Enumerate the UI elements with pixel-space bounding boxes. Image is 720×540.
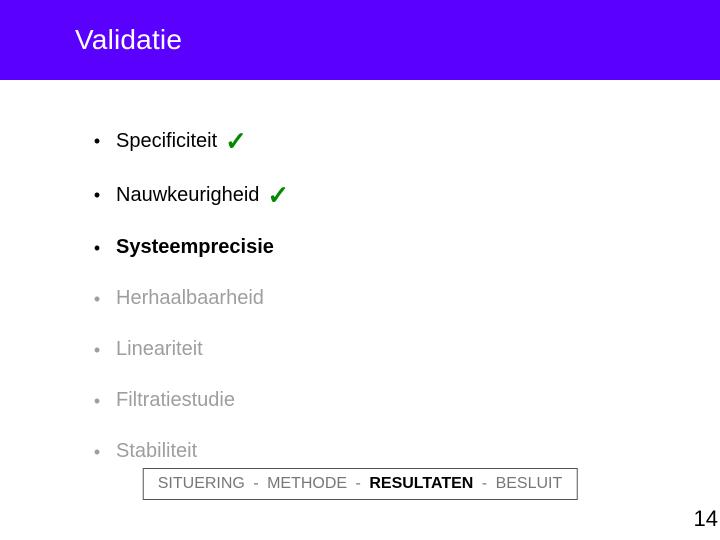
breadcrumb-separator: - — [356, 475, 366, 492]
list-item: • Nauwkeurigheid ✓ — [90, 182, 720, 208]
list-item: • Filtratiestudie — [90, 389, 720, 412]
slide-title: Validatie — [0, 24, 182, 56]
check-icon: ✓ — [267, 182, 289, 208]
bullet-icon: • — [90, 132, 104, 150]
bullet-list: • Specificiteit ✓ • Nauwkeurigheid ✓ • S… — [0, 80, 720, 463]
item-label: Filtratiestudie — [116, 389, 235, 412]
check-icon: ✓ — [225, 128, 247, 154]
list-item: • Stabiliteit — [90, 440, 720, 463]
page-number: 14 — [694, 506, 718, 532]
breadcrumb-separator: - — [253, 475, 263, 492]
item-label: Lineariteit — [116, 338, 203, 361]
item-label: Specificiteit — [116, 130, 217, 153]
item-label: Nauwkeurigheid — [116, 184, 259, 207]
item-label: Herhaalbaarheid — [116, 287, 264, 310]
item-label: Stabiliteit — [116, 440, 197, 463]
breadcrumb-segment: BESLUIT — [496, 475, 563, 492]
breadcrumb-segment-active: RESULTATEN — [369, 475, 473, 492]
breadcrumb-segment: SITUERING — [158, 475, 245, 492]
list-item: • Lineariteit — [90, 338, 720, 361]
bullet-icon: • — [90, 186, 104, 204]
title-bar: Validatie — [0, 0, 720, 80]
item-label: Systeemprecisie — [116, 236, 274, 259]
bullet-icon: • — [90, 341, 104, 359]
breadcrumb-segment: METHODE — [267, 475, 347, 492]
list-item: • Specificiteit ✓ — [90, 128, 720, 154]
breadcrumb: SITUERING - METHODE - RESULTATEN - BESLU… — [143, 468, 578, 500]
slide: Validatie • Specificiteit ✓ • Nauwkeurig… — [0, 0, 720, 540]
bullet-icon: • — [90, 443, 104, 461]
bullet-icon: • — [90, 392, 104, 410]
bullet-icon: • — [90, 239, 104, 257]
list-item: • Herhaalbaarheid — [90, 287, 720, 310]
list-item: • Systeemprecisie — [90, 236, 720, 259]
breadcrumb-separator: - — [482, 475, 492, 492]
bullet-icon: • — [90, 290, 104, 308]
